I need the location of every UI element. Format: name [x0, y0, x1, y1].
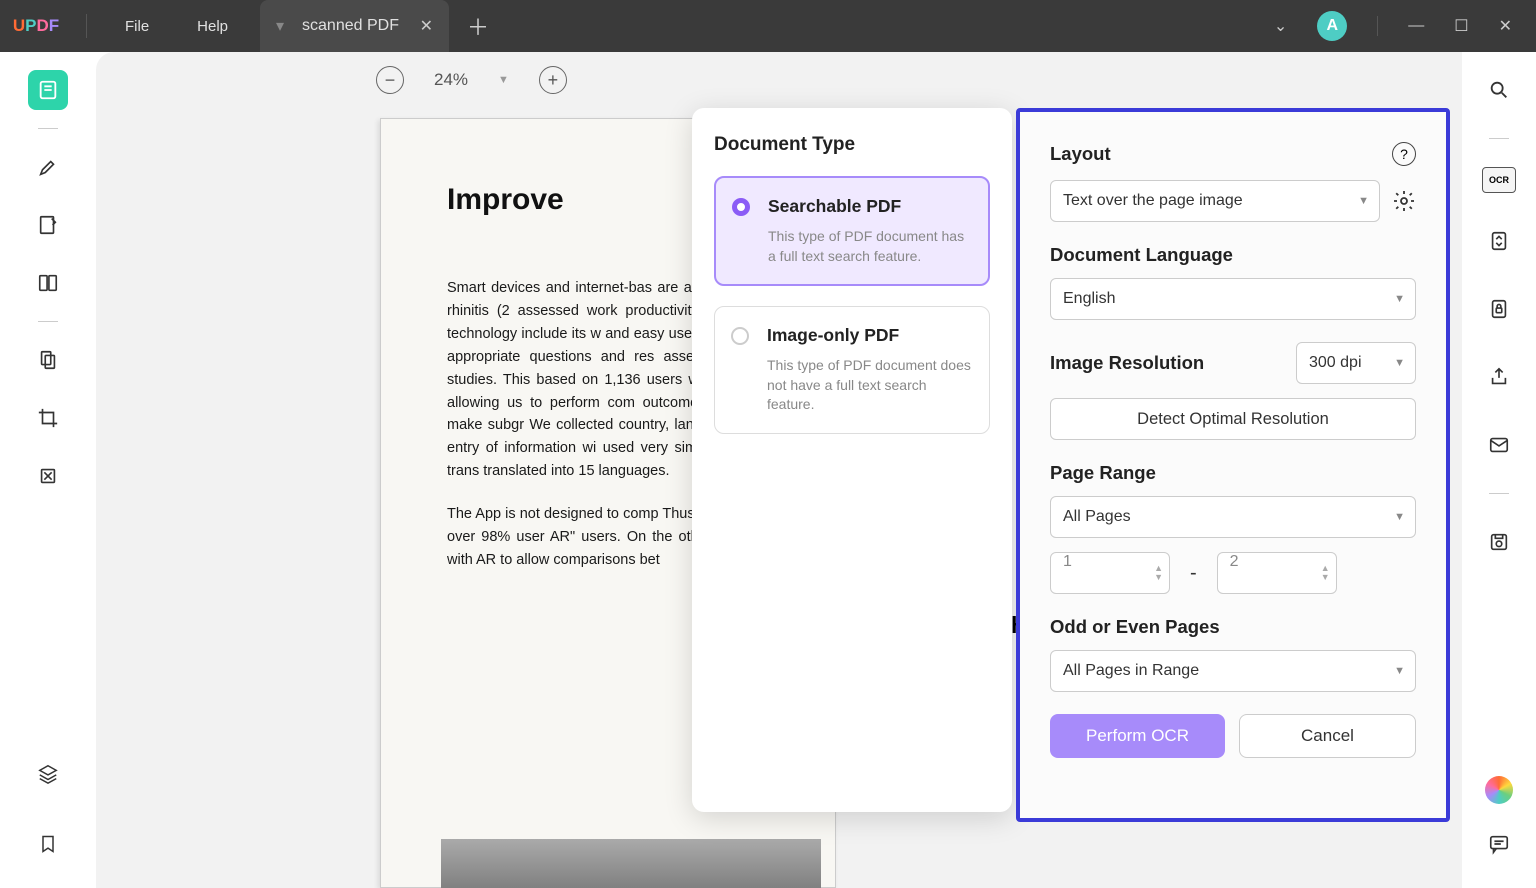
zoom-in-button[interactable]: + [539, 66, 567, 94]
protect-icon[interactable] [1479, 289, 1519, 329]
menu-file[interactable]: File [101, 18, 173, 35]
doctype-searchable[interactable]: Searchable PDF This type of PDF document… [714, 176, 990, 286]
window-close-icon[interactable]: ✕ [1499, 16, 1512, 36]
right-toolbar: OCR [1462, 52, 1536, 888]
zoom-toolbar: − 24% ▼ + [376, 66, 567, 94]
bookmark-icon[interactable] [28, 824, 68, 864]
divider [86, 14, 87, 38]
odd-even-label: Odd or Even Pages [1050, 616, 1416, 638]
spinner-icon[interactable]: ▲▼ [1154, 564, 1163, 582]
layers-icon[interactable] [28, 754, 68, 794]
menu-help[interactable]: Help [173, 18, 252, 35]
chevron-down-icon[interactable]: ⌄ [1274, 16, 1287, 36]
tab-title: scanned PDF [302, 17, 399, 35]
input-value: 1 [1063, 553, 1072, 570]
crop-tool-icon[interactable] [28, 398, 68, 438]
spinner-icon[interactable]: ▲▼ [1321, 564, 1330, 582]
maximize-icon[interactable]: ☐ [1454, 16, 1468, 36]
left-toolbar [0, 52, 96, 888]
doctype-description: This type of PDF document does not have … [767, 356, 973, 415]
app-logo: UPDF [0, 16, 72, 36]
chevron-down-icon: ▼ [1358, 195, 1369, 207]
input-value: 2 [1230, 553, 1239, 570]
pages-tool-icon[interactable] [28, 263, 68, 303]
zoom-value: 24% [434, 70, 468, 90]
close-icon[interactable]: ✕ [420, 16, 433, 36]
resolution-label: Image Resolution [1050, 352, 1204, 374]
select-value: 300 dpi [1309, 354, 1362, 372]
highlighter-tool-icon[interactable] [28, 147, 68, 187]
minimize-icon[interactable]: — [1408, 17, 1424, 35]
doctype-title: Searchable PDF [768, 196, 972, 217]
language-select[interactable]: English ▼ [1050, 278, 1416, 320]
title-bar: UPDF File Help ▾ scanned PDF ✕ ＋ ⌄ A — ☐… [0, 0, 1536, 52]
page-to-input[interactable]: 2 ▲▼ [1217, 552, 1337, 594]
divider [1377, 16, 1378, 36]
layout-select[interactable]: Text over the page image ▼ [1050, 180, 1380, 222]
help-icon[interactable]: ? [1392, 142, 1416, 166]
search-icon[interactable] [1479, 70, 1519, 110]
edit-tool-icon[interactable] [28, 205, 68, 245]
separator [38, 321, 58, 322]
page-from-input[interactable]: 1 ▲▼ [1050, 552, 1170, 594]
canvas-area: − 24% ▼ + Improve Smart devices and inte… [96, 52, 1462, 888]
select-value: English [1063, 290, 1115, 308]
page-range-label: Page Range [1050, 462, 1416, 484]
chevron-down-icon: ▼ [1394, 293, 1405, 305]
redact-tool-icon[interactable] [28, 456, 68, 496]
reader-tool-icon[interactable] [28, 70, 68, 110]
separator [38, 128, 58, 129]
brand-icon[interactable] [1485, 776, 1513, 804]
zoom-out-button[interactable]: − [376, 66, 404, 94]
perform-ocr-button[interactable]: Perform OCR [1050, 714, 1225, 758]
cancel-button[interactable]: Cancel [1239, 714, 1416, 758]
tab-document[interactable]: ▾ scanned PDF ✕ [260, 0, 449, 52]
gear-icon[interactable] [1392, 189, 1416, 213]
organize-tool-icon[interactable] [28, 340, 68, 380]
chevron-down-icon: ▼ [1394, 357, 1405, 369]
page-range-select[interactable]: All Pages ▼ [1050, 496, 1416, 538]
layout-label: Layout [1050, 143, 1111, 165]
save-icon[interactable] [1479, 522, 1519, 562]
select-value: All Pages in Range [1063, 662, 1199, 680]
email-icon[interactable] [1479, 425, 1519, 465]
detect-resolution-button[interactable]: Detect Optimal Resolution [1050, 398, 1416, 440]
workspace: − 24% ▼ + Improve Smart devices and inte… [0, 52, 1536, 888]
doctype-title: Image-only PDF [767, 325, 973, 346]
language-label: Document Language [1050, 244, 1416, 266]
radio-icon [731, 327, 749, 345]
page-image [441, 839, 821, 888]
resolution-select[interactable]: 300 dpi ▼ [1296, 342, 1416, 384]
odd-even-select[interactable]: All Pages in Range ▼ [1050, 650, 1416, 692]
tab-add-button[interactable]: ＋ [449, 10, 507, 42]
ocr-settings-panel: Layout ? Text over the page image ▼ Docu… [1016, 108, 1450, 822]
radio-icon [732, 198, 750, 216]
share-icon[interactable] [1479, 357, 1519, 397]
convert-icon[interactable] [1479, 221, 1519, 261]
chevron-down-icon: ▼ [1394, 511, 1405, 523]
doctype-image-only[interactable]: Image-only PDF This type of PDF document… [714, 306, 990, 434]
avatar[interactable]: A [1317, 11, 1347, 41]
ocr-icon[interactable]: OCR [1482, 167, 1516, 193]
separator [1489, 138, 1509, 139]
doctype-description: This type of PDF document has a full tex… [768, 227, 972, 266]
panel-title: Document Type [714, 134, 990, 156]
tab-marker-icon: ▾ [276, 16, 284, 36]
range-dash: - [1190, 562, 1197, 585]
select-value: Text over the page image [1063, 192, 1243, 210]
zoom-dropdown-icon[interactable]: ▼ [498, 74, 509, 86]
document-type-panel: Document Type Searchable PDF This type o… [692, 108, 1012, 812]
separator [1489, 493, 1509, 494]
select-value: All Pages [1063, 508, 1131, 526]
chevron-down-icon: ▼ [1394, 665, 1405, 677]
comment-icon[interactable] [1479, 824, 1519, 864]
